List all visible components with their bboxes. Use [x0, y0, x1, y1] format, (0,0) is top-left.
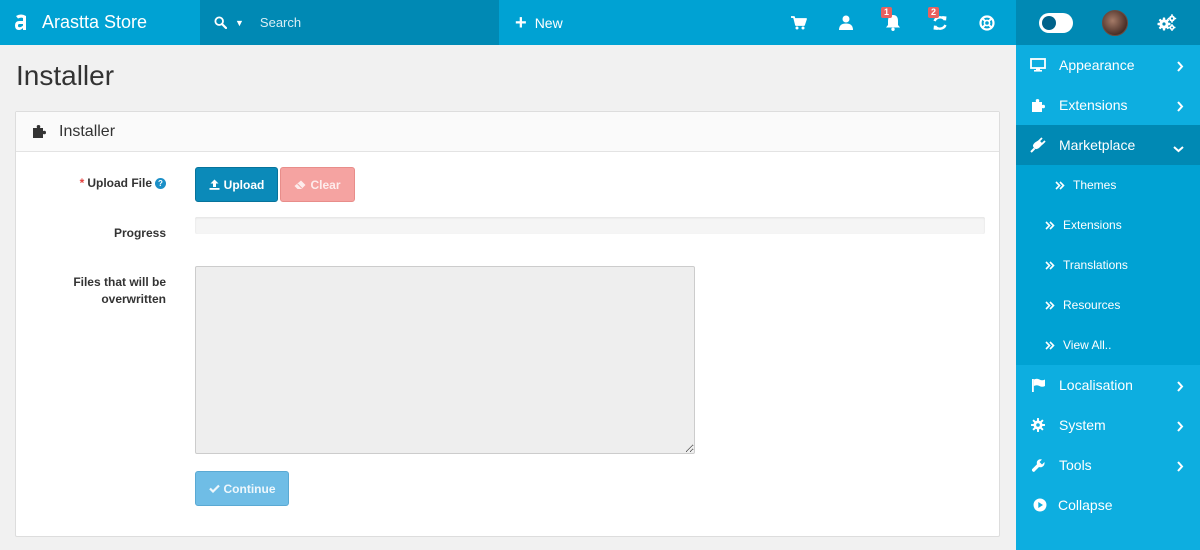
files-overwritten-textarea[interactable] [195, 266, 695, 454]
life-ring-icon [978, 14, 995, 31]
top-navbar: Arastta Store ▼ + New 1 2 [0, 0, 1016, 45]
search-dropdown-caret-icon[interactable]: ▼ [235, 18, 244, 28]
panel-heading: Installer [16, 112, 999, 152]
sidebar-item-label: Tools [1059, 457, 1092, 473]
cart-icon [790, 15, 807, 30]
theme-toggle[interactable] [1038, 12, 1073, 33]
search-bar: ▼ [200, 0, 499, 45]
panel-title: Installer [59, 122, 116, 140]
submenu-item-themes[interactable]: Themes [1016, 165, 1200, 205]
search-input[interactable] [259, 15, 480, 30]
sidebar-item-label: Collapse [1058, 497, 1113, 513]
new-button[interactable]: + New [515, 13, 563, 33]
cart-button[interactable] [775, 0, 822, 45]
puzzle-icon [1030, 97, 1046, 113]
sidebar-item-label: Appearance [1059, 57, 1135, 73]
sidebar-item-marketplace[interactable]: Marketplace [1016, 125, 1200, 165]
check-icon [208, 484, 220, 493]
sidebar-header [1016, 0, 1200, 45]
continue-button[interactable]: Continue [195, 471, 289, 506]
required-marker: * [79, 176, 85, 190]
arastta-logo-icon [12, 13, 30, 33]
upload-button[interactable]: Upload [195, 167, 278, 202]
progress-label: Progress [113, 226, 166, 240]
sidebar-item-label: Extensions [1059, 97, 1128, 113]
continue-button-label: Continue [223, 481, 276, 496]
double-chevron-right-icon [1045, 300, 1055, 310]
avatar[interactable] [1101, 9, 1128, 36]
user-button[interactable] [822, 0, 869, 45]
upload-icon [209, 179, 220, 190]
chevron-right-icon [1176, 99, 1184, 115]
submenu-item-translations[interactable]: Translations [1016, 245, 1200, 285]
chevron-right-icon [1176, 59, 1184, 75]
new-button-label: New [534, 14, 563, 31]
submenu-item-label: Resources [1063, 298, 1121, 312]
monitor-icon [1030, 57, 1046, 73]
brand-name: Arastta Store [42, 12, 148, 32]
chevron-right-icon [1176, 379, 1184, 395]
user-icon [838, 15, 853, 30]
updates-badge: 2 [928, 7, 940, 18]
play-circle-icon [1032, 497, 1048, 513]
sidebar-item-collapse[interactable]: Collapse [1016, 485, 1200, 525]
chevron-right-icon [1176, 459, 1184, 475]
installer-panel: Installer * Upload File? Upload Clear Pro… [15, 111, 1000, 537]
upload-file-label: * Upload File? [16, 175, 166, 192]
submenu-item-label: View All.. [1063, 338, 1112, 352]
wrench-icon [1030, 457, 1046, 473]
progress-bar [195, 217, 985, 234]
submenu-item-label: Themes [1073, 178, 1117, 192]
flag-icon [1030, 377, 1046, 393]
help-icon[interactable]: ? [155, 178, 166, 189]
gear-icon [1030, 417, 1046, 433]
upload-button-label: Upload [223, 177, 265, 192]
sidebar-item-system[interactable]: System [1016, 405, 1200, 445]
notifications-badge: 1 [881, 7, 893, 18]
submenu-item-label: Translations [1063, 258, 1128, 272]
sidebar-item-localisation[interactable]: Localisation [1016, 365, 1200, 405]
double-chevron-right-icon [1045, 340, 1055, 350]
chevron-right-icon [1176, 419, 1184, 435]
help-button[interactable] [963, 0, 1010, 45]
sidebar-item-label: Marketplace [1059, 137, 1136, 153]
page-title: Installer [16, 60, 115, 91]
submenu-item-extensions[interactable]: Extensions [1016, 205, 1200, 245]
puzzle-icon [32, 124, 47, 139]
brand[interactable]: Arastta Store [0, 0, 200, 45]
notifications-button[interactable]: 1 [869, 0, 916, 45]
right-sidebar: Appearance Extensions Marketplace Themes… [1016, 0, 1200, 550]
chevron-down-icon [1173, 140, 1184, 156]
submenu-item-view-all[interactable]: View All.. [1016, 325, 1200, 365]
plus-icon: + [515, 11, 527, 34]
submenu-item-resources[interactable]: Resources [1016, 285, 1200, 325]
eraser-icon [294, 180, 306, 190]
marketplace-submenu: Themes Extensions Translations Resources… [1016, 165, 1200, 365]
double-chevron-right-icon [1045, 220, 1055, 230]
top-icons: 1 2 [775, 0, 1016, 45]
clear-button-label: Clear [310, 177, 341, 192]
files-overwritten-label: Files that will be overwritten [73, 275, 166, 306]
sidebar-item-appearance[interactable]: Appearance [1016, 45, 1200, 85]
sidebar-item-label: System [1059, 417, 1106, 433]
sidebar-item-extensions[interactable]: Extensions [1016, 85, 1200, 125]
search-icon[interactable] [214, 16, 227, 29]
double-chevron-right-icon [1055, 180, 1065, 190]
sidebar-item-label: Localisation [1059, 377, 1133, 393]
clear-button[interactable]: Clear [280, 167, 355, 202]
sidebar-item-tools[interactable]: Tools [1016, 445, 1200, 485]
submenu-item-label: Extensions [1063, 218, 1122, 232]
plug-icon [1030, 137, 1046, 153]
settings-cogs-icon[interactable] [1157, 13, 1177, 32]
updates-button[interactable]: 2 [916, 0, 963, 45]
toggle-knob [1041, 15, 1056, 30]
double-chevron-right-icon [1045, 260, 1055, 270]
